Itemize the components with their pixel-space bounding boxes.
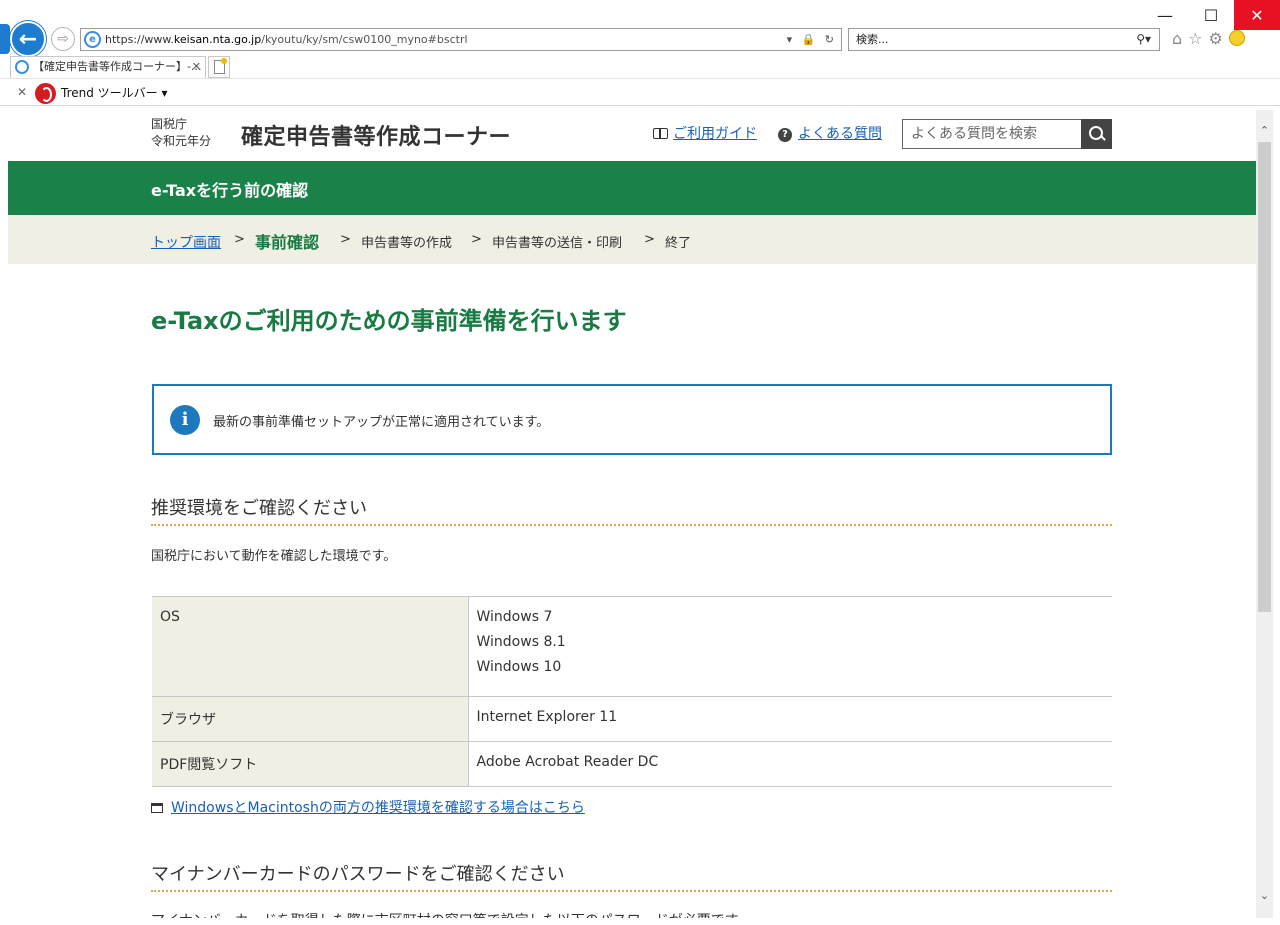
window-edge [1273, 110, 1280, 925]
url-path: /kyoutu/ky/sm/csw0100_myno#bsctrl [261, 33, 468, 46]
back-button-edge [0, 24, 10, 54]
info-message: 最新の事前準備セットアップが正常に適用されています。 [213, 415, 550, 430]
feedback-smile-icon[interactable] [1228, 30, 1245, 46]
trend-toolbar-button[interactable]: Trend ツールバー ▾ [35, 82, 168, 104]
gear-icon[interactable]: ⚙ [1209, 29, 1229, 48]
pdf-viewer-label: PDF閲覧ソフト [152, 741, 469, 787]
table-row: ブラウザ Internet Explorer 11 [152, 696, 1112, 742]
pdf-viewer-value: Adobe Acrobat Reader DC [468, 741, 1112, 787]
vertical-scrollbar[interactable]: ⌃ ⌄ [1256, 110, 1273, 918]
breadcrumb-separator: > [471, 232, 482, 247]
user-guide-label: ご利用ガイド [673, 126, 757, 142]
extension-toolbar: ✕ Trend ツールバー ▾ [0, 78, 1280, 106]
section-title-password: マイナンバーカードのパスワードをご確認ください [151, 864, 565, 885]
table-row: OS Windows 7 Windows 8.1 Windows 10 [152, 596, 1112, 697]
breadcrumb-separator: > [234, 232, 245, 247]
url-prefix: https://www. [105, 33, 174, 46]
section-title-environment: 推奨環境をご確認ください [151, 498, 367, 519]
table-row: PDF閲覧ソフト Adobe Acrobat Reader DC [152, 741, 1112, 787]
breadcrumb-top-link[interactable]: トップ画面 [151, 232, 221, 252]
toolbar-close-icon[interactable]: ✕ [17, 85, 27, 99]
browser-search-placeholder: 検索... [856, 33, 889, 46]
window-edge [0, 918, 1280, 925]
scroll-down-arrow-icon[interactable]: ⌄ [1256, 887, 1273, 904]
url-host: keisan.nta.go.jp [173, 33, 262, 46]
breadcrumb-separator: > [340, 232, 351, 247]
breadcrumb-current: 事前確認 [255, 233, 320, 252]
tab-close-icon[interactable]: ✕ [192, 57, 201, 77]
user-guide-link[interactable]: ご利用ガイド [653, 123, 757, 143]
back-button[interactable]: ← [10, 21, 46, 57]
os-label: OS [152, 596, 469, 697]
scroll-up-arrow-icon[interactable]: ⌃ [1256, 122, 1273, 139]
ie-page-icon: e [84, 31, 101, 48]
browser-chrome: ← ⇨ e https://www.keisan.nta.go.jp/kyout… [0, 0, 1280, 110]
new-tab-button[interactable] [208, 56, 230, 78]
trend-logo-icon [35, 83, 56, 104]
address-tools-icons[interactable]: ▾ 🔒 ↻ [787, 29, 837, 50]
navigation-bar: ← ⇨ e https://www.keisan.nta.go.jp/kyout… [0, 0, 1280, 57]
window-controls: — ☐ ✕ [1142, 0, 1280, 30]
browser-label: ブラウザ [152, 696, 469, 742]
breadcrumb-step-create: 申告書等の作成 [361, 236, 453, 251]
favorites-star-icon[interactable]: ☆ [1188, 29, 1208, 48]
tab-ie-icon [15, 60, 29, 74]
os-value: Windows 7 [476, 609, 553, 625]
home-icon[interactable]: ⌂ [1172, 29, 1188, 48]
tab-title: 【確定申告書等作成コーナー】-... [33, 60, 202, 73]
forward-button[interactable]: ⇨ [51, 27, 75, 51]
faq-search-button[interactable] [1081, 119, 1112, 149]
info-message-box: i 最新の事前準備セットアップが正常に適用されています。 [152, 384, 1112, 455]
browser-tab[interactable]: 【確定申告書等作成コーナー】-... ✕ [10, 56, 206, 78]
breadcrumb-step-send: 申告書等の送信・印刷 [492, 236, 623, 251]
both-environments-label: WindowsとMacintoshの両方の推奨環境を確認する場合はこちら [171, 800, 585, 816]
address-bar[interactable]: e https://www.keisan.nta.go.jp/kyoutu/ky… [80, 28, 842, 51]
breadcrumb-separator: > [644, 232, 655, 247]
scrollbar-thumb[interactable] [1258, 142, 1271, 612]
password-description: マイナンバーカードを取得した際に市区町村の窓口等で設定した以下のパスワードが必要… [151, 910, 751, 918]
both-environments-link[interactable]: WindowsとMacintoshの両方の推奨環境を確認する場合はこちら [151, 797, 585, 817]
section-divider [151, 890, 1112, 892]
browser-value: Internet Explorer 11 [468, 696, 1112, 742]
agency-label: 国税庁 令和元年分 [151, 116, 211, 150]
minimize-button[interactable]: — [1142, 0, 1188, 30]
os-value: Windows 8.1 [476, 634, 566, 650]
page-title: e-Taxのご利用のための事前準備を行います [151, 307, 627, 335]
new-window-icon [151, 803, 163, 813]
question-icon: ? [778, 128, 792, 142]
section-band: e-Taxを行う前の確認 [8, 161, 1256, 215]
faq-label: よくある質問 [798, 126, 882, 142]
page-viewport: 国税庁 令和元年分 確定申告書等作成コーナー ご利用ガイド ? よくある質問 よく… [8, 110, 1256, 918]
environment-table: OS Windows 7 Windows 8.1 Windows 10 ブラウザ… [152, 596, 1112, 787]
address-url: https://www.keisan.nta.go.jp/kyoutu/ky/s… [105, 29, 468, 50]
info-icon: i [170, 405, 200, 435]
breadcrumb-step-end: 終了 [665, 236, 692, 251]
site-header: 国税庁 令和元年分 確定申告書等作成コーナー ご利用ガイド ? よくある質問 よく… [8, 110, 1256, 161]
book-icon [653, 128, 668, 139]
faq-link[interactable]: ? よくある質問 [778, 123, 882, 143]
os-value: Windows 10 [476, 659, 562, 675]
agency-name: 国税庁 [151, 117, 188, 131]
band-title: e-Taxを行う前の確認 [151, 181, 309, 200]
breadcrumb: トップ画面 > 事前確認 > 申告書等の作成 > 申告書等の送信・印刷 > 終了 [8, 215, 1256, 264]
tax-year: 令和元年分 [151, 134, 212, 148]
browser-search-input[interactable]: 検索... ⚲▾ [848, 28, 1160, 51]
os-values-cell: Windows 7 Windows 8.1 Windows 10 [468, 596, 1112, 697]
environment-description: 国税庁において動作を確認した環境です。 [151, 549, 397, 564]
trend-toolbar-label: Trend ツールバー [61, 86, 158, 100]
site-title: 確定申告書等作成コーナー [241, 125, 512, 150]
section-divider [151, 524, 1112, 526]
close-window-button[interactable]: ✕ [1234, 0, 1280, 30]
tab-strip: 【確定申告書等作成コーナー】-... ✕ [0, 56, 1280, 78]
browser-toolbar-icons: ⌂☆⚙ [1172, 29, 1245, 48]
maximize-button[interactable]: ☐ [1188, 0, 1234, 30]
search-icon[interactable]: ⚲▾ [1136, 29, 1151, 50]
